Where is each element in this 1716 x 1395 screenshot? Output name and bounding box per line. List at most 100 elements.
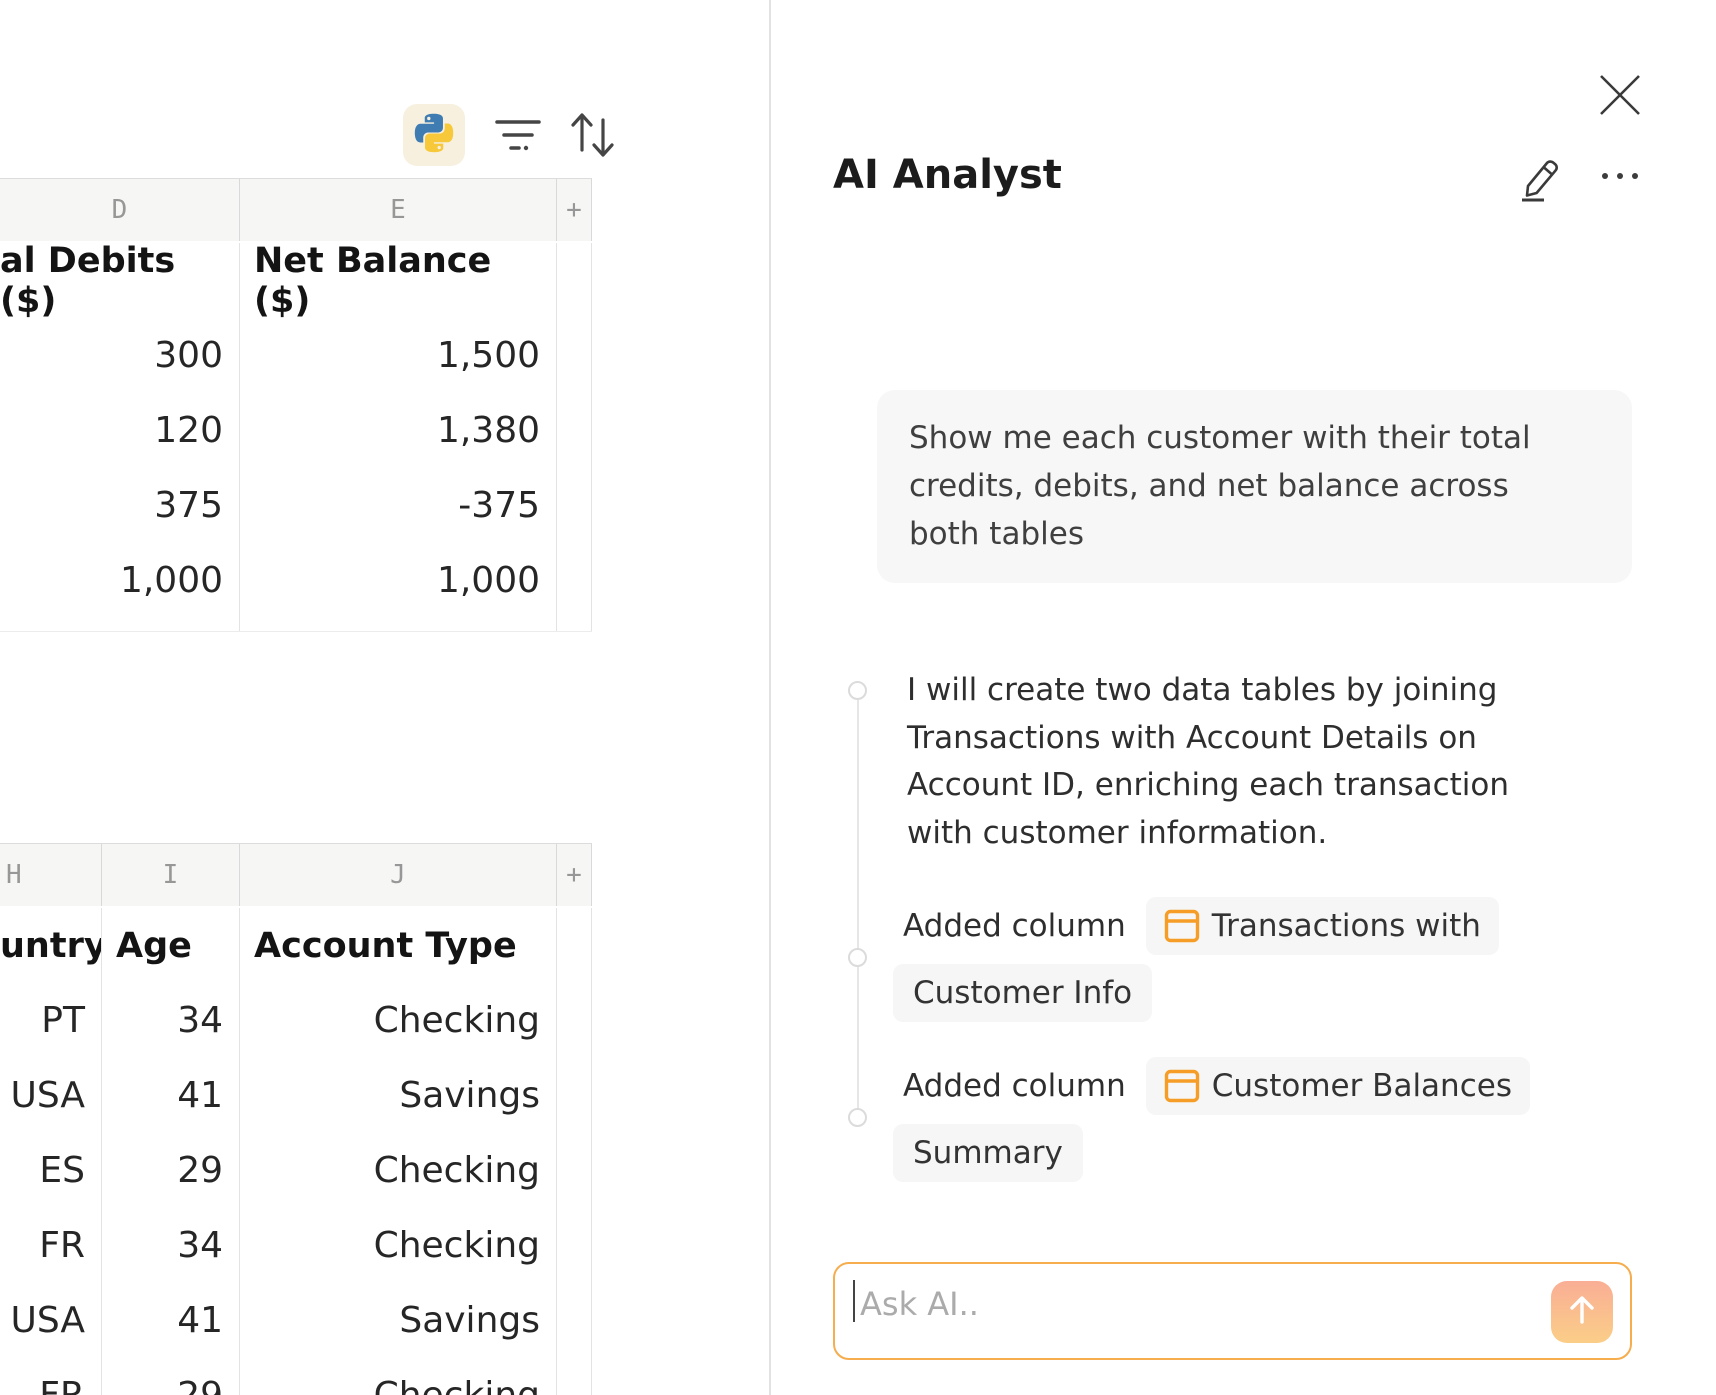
cell[interactable]: 1,500 <box>240 318 557 393</box>
cell[interactable]: 120 <box>0 393 240 468</box>
table-icon <box>1164 909 1200 943</box>
user-message-text: credits, debits, and net balance across <box>909 462 1600 510</box>
user-message-text: both tables <box>909 510 1600 558</box>
cell[interactable]: 300 <box>0 318 240 393</box>
filter-button[interactable] <box>492 112 544 164</box>
cell[interactable]: 29 <box>102 1133 240 1208</box>
add-column-button[interactable]: + <box>557 844 592 906</box>
cell[interactable]: USA <box>0 1283 102 1358</box>
column-letter-d[interactable]: D <box>0 179 240 241</box>
table-chip-customer-balances-summary[interactable]: Summary <box>893 1124 1083 1182</box>
ai-message: I will create two data tables by joining… <box>907 667 1647 857</box>
user-message-bubble: Show me each customer with their total c… <box>877 390 1632 583</box>
chip-text: Summary <box>913 1135 1063 1171</box>
header-country[interactable]: untry <box>0 908 102 983</box>
chip-text: Customer Balances <box>1212 1068 1512 1104</box>
table-chip-customer-balances-summary[interactable]: Customer Balances <box>1146 1057 1530 1115</box>
cell[interactable]: Checking <box>240 1133 557 1208</box>
table-row: FR 34 Checking <box>0 1208 592 1284</box>
cell[interactable]: 1,380 <box>240 393 557 468</box>
cell[interactable]: Savings <box>240 1058 557 1133</box>
panel-divider <box>769 0 771 1395</box>
app-window: D E + al Debits ($) Net Balance ($) 300 … <box>0 0 1716 1395</box>
python-code-button[interactable] <box>403 104 465 166</box>
close-panel-button[interactable] <box>1596 71 1644 119</box>
cell[interactable]: -375 <box>240 468 557 543</box>
more-options-button[interactable] <box>1594 158 1646 194</box>
cell[interactable]: USA <box>0 1058 102 1133</box>
filter-icon <box>492 110 544 166</box>
table-row-empty <box>0 618 592 632</box>
timeline-dot <box>848 1108 867 1127</box>
cell[interactable]: Savings <box>240 1283 557 1358</box>
table-row: 375 -375 <box>0 468 592 544</box>
cell[interactable]: 375 <box>0 468 240 543</box>
column-letter-i[interactable]: I <box>102 844 240 906</box>
cell[interactable]: 34 <box>102 983 240 1058</box>
table-chip-transactions-with-customer-info[interactable]: Transactions with <box>1146 897 1499 955</box>
column-letter-row: D E + <box>0 178 592 245</box>
timeline-dot <box>848 948 867 967</box>
chip-text: Customer Info <box>913 975 1132 1011</box>
cell[interactable]: 34 <box>102 1208 240 1283</box>
sort-arrows-icon <box>566 106 618 166</box>
cell[interactable]: FR <box>0 1208 102 1283</box>
add-column-button[interactable]: + <box>557 179 592 241</box>
column-letter-j[interactable]: J <box>240 844 557 906</box>
table-row: ES 29 Checking <box>0 1133 592 1209</box>
ai-message-text: with customer information. <box>907 810 1647 858</box>
sort-button[interactable] <box>566 108 618 164</box>
table-row: 1,000 1,000 <box>0 543 592 619</box>
column-letter-h[interactable]: H <box>0 844 102 906</box>
column-letter-row: H I J + <box>0 843 592 910</box>
rename-chat-button[interactable] <box>1514 150 1562 202</box>
table-row: FR 29 Checking <box>0 1358 592 1395</box>
ai-message-text: Transactions with Account Details on <box>907 715 1647 763</box>
header-age[interactable]: Age <box>102 908 240 983</box>
table-row: 120 1,380 <box>0 393 592 469</box>
cell[interactable]: ES <box>0 1133 102 1208</box>
table-header-row: al Debits ($) Net Balance ($) <box>0 243 592 321</box>
ask-ai-input[interactable]: Ask AI.. <box>833 1262 1632 1360</box>
cell[interactable]: PT <box>0 983 102 1058</box>
added-column-entry: Added column Transactions with <box>903 897 1499 955</box>
cell[interactable]: 41 <box>102 1058 240 1133</box>
added-column-label: Added column <box>903 1068 1126 1104</box>
table-row: 300 1,500 <box>0 318 592 394</box>
table-row: USA 41 Savings <box>0 1058 592 1134</box>
cell[interactable]: Checking <box>240 983 557 1058</box>
added-column-entry: Added column Customer Balances <box>903 1057 1530 1115</box>
cell[interactable]: 29 <box>102 1358 240 1395</box>
table-row: PT 34 Checking <box>0 983 592 1059</box>
ellipsis-icon <box>1602 173 1638 179</box>
text-caret <box>853 1280 855 1322</box>
panel-title: AI Analyst <box>833 152 1062 198</box>
user-message-text: Show me each customer with their total <box>909 414 1600 462</box>
arrow-up-icon <box>1564 1292 1600 1332</box>
close-icon <box>1596 104 1644 123</box>
table-icon <box>1164 1069 1200 1103</box>
cell[interactable]: Checking <box>240 1358 557 1395</box>
timeline-line <box>857 700 859 1118</box>
pencil-icon <box>1514 187 1562 206</box>
cell[interactable]: FR <box>0 1358 102 1395</box>
ai-message-text: Account ID, enriching each transaction <box>907 762 1647 810</box>
header-net-balance[interactable]: Net Balance ($) <box>240 243 557 318</box>
cell[interactable]: 1,000 <box>0 543 240 618</box>
table-row: USA 41 Savings <box>0 1283 592 1359</box>
ai-message-text: I will create two data tables by joining <box>907 667 1647 715</box>
python-icon <box>414 113 454 157</box>
cell[interactable]: 1,000 <box>240 543 557 618</box>
header-total-debits[interactable]: al Debits ($) <box>0 243 240 318</box>
cell[interactable]: 41 <box>102 1283 240 1358</box>
added-column-label: Added column <box>903 908 1126 944</box>
cell[interactable]: Checking <box>240 1208 557 1283</box>
send-button[interactable] <box>1551 1281 1613 1343</box>
table-chip-transactions-with-customer-info[interactable]: Customer Info <box>893 964 1152 1022</box>
timeline-dot <box>848 681 867 700</box>
table-header-row: untry Age Account Type <box>0 908 592 986</box>
header-account-type[interactable]: Account Type <box>240 908 557 983</box>
ask-ai-placeholder: Ask AI.. <box>860 1285 979 1323</box>
chip-text: Transactions with <box>1212 908 1481 944</box>
column-letter-e[interactable]: E <box>240 179 557 241</box>
